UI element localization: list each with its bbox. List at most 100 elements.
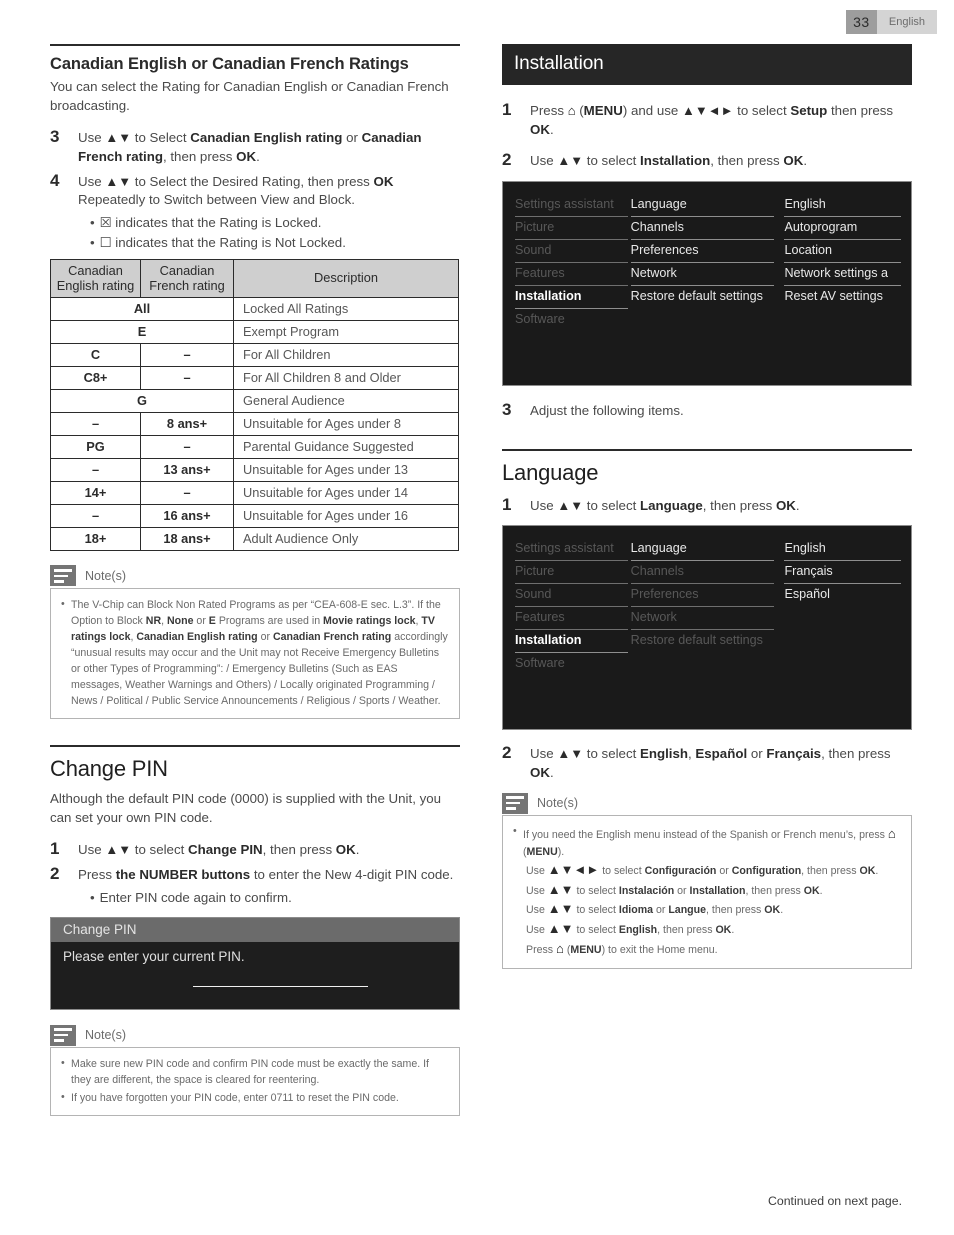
notes-list: The V-Chip can Block Non Rated Programs … (61, 596, 449, 710)
menu-item[interactable]: Network (630, 263, 775, 286)
note-icon (50, 565, 76, 587)
menu-item[interactable]: Français (784, 561, 901, 585)
cell-english-rating: 14+ (50, 480, 141, 505)
column-header-french-rating: Canadian French rating (140, 258, 234, 298)
menu-item[interactable]: Language (630, 538, 775, 562)
section-banner-installation: Installation (502, 44, 912, 85)
notes-body: If you need the English menu instead of … (502, 815, 912, 969)
menu-item[interactable]: Features (515, 263, 628, 286)
menu-item[interactable]: Settings assistant (515, 194, 628, 217)
menu-item[interactable]: Restore default settings (631, 286, 775, 308)
notes-body: The V-Chip can Block Non Rated Programs … (50, 587, 460, 720)
menu-item[interactable]: Preferences (630, 240, 775, 263)
table-header-row: Canadian English rating Canadian French … (50, 258, 459, 298)
table-row: C – For All Children (50, 342, 459, 367)
table-body: All Locked All Ratings E Exempt Program C – Fo… (50, 296, 459, 551)
menu-item[interactable]: Software (515, 309, 628, 331)
step-number: 1 (502, 494, 512, 514)
bullet-dot: • (90, 889, 95, 905)
cell-french-rating: – (140, 480, 234, 505)
menu-item[interactable]: English (784, 538, 901, 562)
cell-rating-span: E (50, 319, 234, 344)
canadian-ratings-table: Canadian English rating Canadian French … (50, 258, 459, 551)
bullet-dot: • (90, 215, 95, 231)
footer-continued: Continued on next page. (767, 1194, 902, 1208)
note-icon (50, 1024, 76, 1046)
table-row: C8+ – For All Children 8 and Older (50, 365, 459, 390)
menu-item[interactable]: Installation (515, 286, 628, 309)
menu-item[interactable]: Language (630, 194, 775, 217)
menu-item[interactable]: Sound (515, 584, 628, 608)
note-item: The V-Chip can Block Non Rated Programs … (61, 596, 449, 710)
step-text: Use ▲▼ to Select the Desired Rating, the… (78, 173, 394, 208)
step-number: 3 (502, 399, 512, 419)
menu-item[interactable]: Settings assistant (515, 538, 628, 562)
section-rule (502, 448, 912, 451)
cell-description: Unsuitable for Ages under 14 (233, 480, 459, 505)
cell-french-rating: – (140, 365, 234, 390)
menu-item[interactable]: Channels (630, 561, 775, 585)
cell-description: Adult Audience Only (233, 526, 459, 551)
menu-item[interactable]: Restore default settings (631, 630, 775, 652)
step-text: Adjust the following items. (530, 402, 684, 418)
cell-english-rating: 18+ (50, 526, 141, 551)
cell-description: Locked All Ratings (233, 296, 459, 321)
table-row: G General Audience (50, 388, 459, 413)
step-text: Use ▲▼ to select Language, then press OK… (530, 497, 800, 513)
cell-description: For All Children 8 and Older (233, 365, 459, 390)
cell-french-rating: 13 ans+ (140, 457, 234, 482)
menu-item[interactable]: Autoprogram (784, 217, 901, 240)
menu-item[interactable]: Installation (515, 630, 628, 654)
step-item: 4 Use ▲▼ to Select the Desired Rating, t… (50, 170, 460, 211)
left-column: Canadian English or Canadian French Rati… (50, 44, 460, 1117)
step-item: 2 Use ▲▼ to select English, Español or F… (502, 742, 912, 783)
menu-item[interactable]: Location (784, 240, 901, 263)
cell-french-rating: 16 ans+ (140, 503, 234, 528)
cell-french-rating: 18 ans+ (140, 526, 234, 551)
note-item: If you need the English menu instead of … (513, 823, 901, 959)
cell-description: General Audience (233, 388, 459, 413)
menu-item[interactable]: Network settings a (784, 263, 901, 286)
menu-item[interactable]: Español (784, 584, 901, 606)
dialog-title: Change PIN (51, 918, 459, 943)
notes-title: Note(s) (85, 568, 126, 583)
notes-header: Note(s) (50, 565, 460, 587)
notes-block-vchip: Note(s) The V-Chip can Block Non Rated P… (50, 565, 460, 720)
pin-input-field[interactable] (193, 986, 368, 988)
notes-title: Note(s) (85, 1028, 126, 1043)
menu-item[interactable]: Features (515, 607, 628, 631)
step-number: 2 (502, 149, 512, 169)
table-row: PG – Parental Guidance Suggested (50, 434, 459, 459)
menu-item[interactable]: Picture (515, 217, 628, 240)
cell-french-rating: – (140, 342, 234, 367)
menu-item[interactable]: English (784, 194, 901, 217)
column-header-description: Description (233, 258, 459, 298)
tv-menu-installation: Settings assistant Picture Sound Features In… (502, 180, 912, 386)
cell-english-rating: PG (50, 434, 141, 459)
page-header: 33 English (845, 10, 937, 34)
table-row: –8 ans+ Unsuitable for Ages under 8 (50, 411, 459, 436)
step-item: 3 Adjust the following items. (502, 399, 912, 421)
step-item: 1 Use ▲▼ to select Language, then press … (502, 494, 912, 516)
bullet-item: • Enter PIN code again to confirm. (90, 888, 460, 907)
notes-title: Note(s) (537, 796, 578, 811)
menu-item[interactable]: Reset AV settings (784, 286, 901, 308)
table-row: 14+ – Unsuitable for Ages under 14 (50, 480, 459, 505)
table-row: E Exempt Program (50, 319, 459, 344)
language-tab: English (876, 10, 937, 34)
menu-item[interactable]: Sound (515, 240, 628, 263)
cell-english-rating: C (50, 342, 141, 367)
step-item: 3 Use ▲▼ to Select Canadian English rati… (50, 126, 460, 167)
note-item: If you have forgotten your PIN code, ent… (61, 1089, 449, 1106)
cell-english-rating: – (50, 411, 141, 436)
menu-item[interactable]: Preferences (630, 584, 775, 608)
section-heading-canadian-ratings: Canadian English or Canadian French Rati… (50, 55, 409, 73)
menu-item[interactable]: Network (630, 607, 775, 631)
menu-item[interactable]: Picture (515, 561, 628, 585)
menu-item[interactable]: Channels (630, 217, 775, 240)
cell-description: Unsuitable for Ages under 8 (233, 411, 459, 436)
menu-item[interactable]: Software (515, 653, 628, 675)
menu-spacer (631, 308, 775, 375)
cell-rating-span: All (50, 296, 234, 321)
menu-column-items: Language Channels Preferences Network Restor… (630, 538, 775, 719)
